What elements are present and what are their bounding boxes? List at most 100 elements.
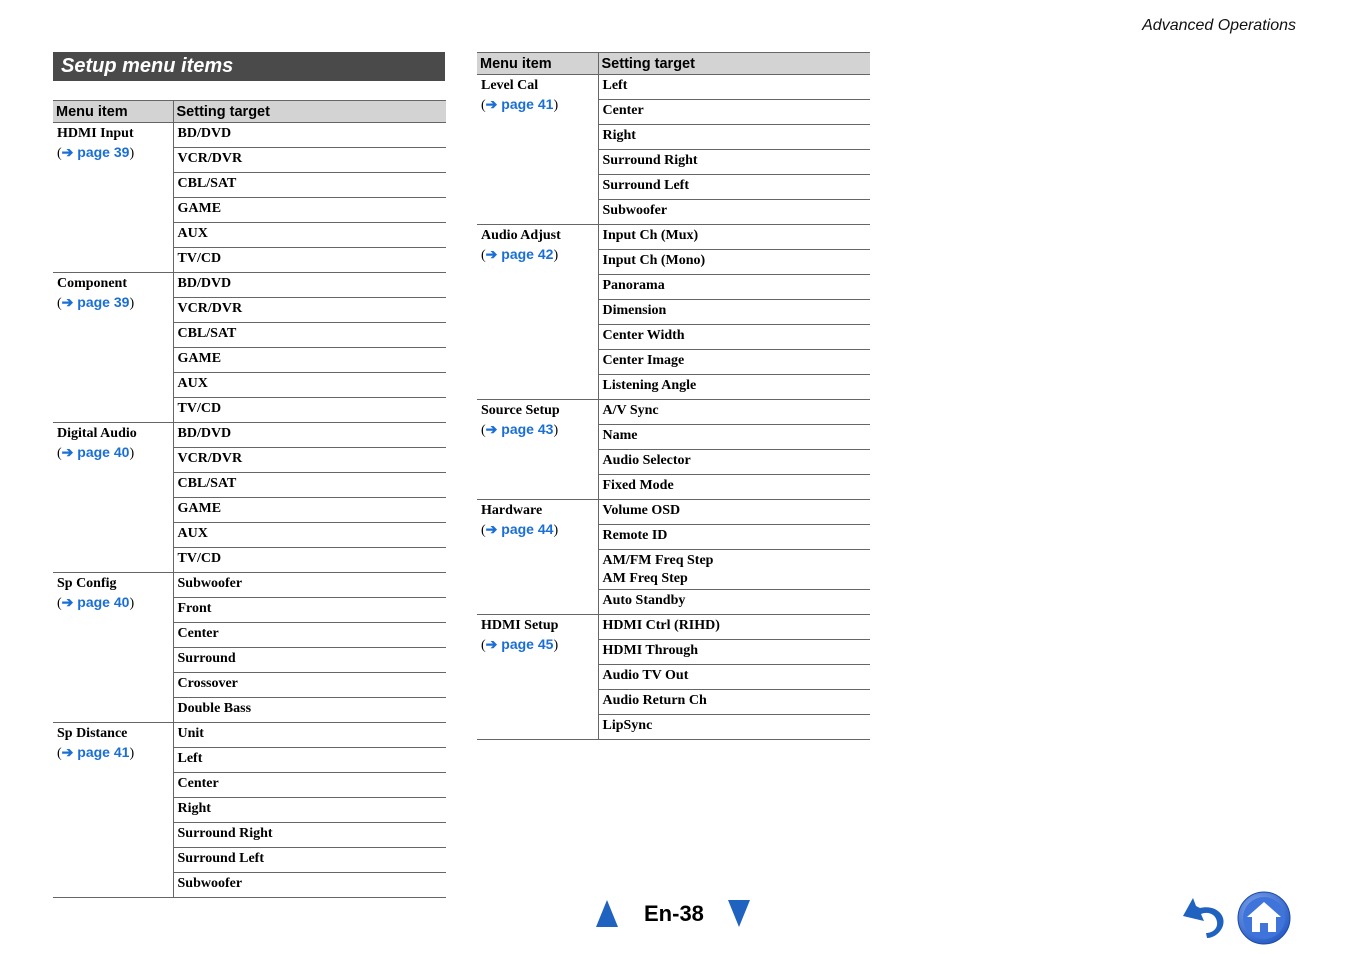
page-link[interactable]: ➔ page 45 — [486, 636, 554, 652]
setting-target-cell: Surround Right — [173, 822, 446, 848]
setting-target-cell: Center Image — [598, 349, 870, 375]
setup-menu-table-left: Menu item Setting target HDMI Input (➔ pa… — [53, 100, 446, 898]
column-header-setting-target: Setting target — [173, 100, 446, 123]
paren-close: ) — [553, 98, 559, 113]
page-reference: (➔ page 39) — [57, 144, 135, 161]
paren-close: ) — [553, 248, 559, 263]
setting-target-cell: Input Ch (Mux) — [598, 224, 870, 250]
page-link[interactable]: ➔ page 40 — [62, 594, 130, 610]
setting-target-cell: Right — [173, 797, 446, 823]
menu-item-name: Sp Distance — [57, 726, 128, 741]
arrow-right-icon: ➔ — [485, 246, 498, 262]
menu-item-cell: HDMI Setup (➔ page 45) — [477, 614, 599, 740]
page-link-label: page 45 — [501, 636, 554, 652]
setting-target-cell: AUX — [173, 222, 446, 248]
previous-page-icon[interactable] — [596, 900, 618, 927]
menu-item-name: Hardware — [481, 503, 543, 518]
arrow-right-icon: ➔ — [61, 444, 74, 460]
menu-item-name: Source Setup — [481, 403, 560, 418]
setting-target-cell: BD/DVD — [173, 422, 446, 448]
menu-item-name: HDMI Input — [57, 126, 134, 141]
menu-item-name: Component — [57, 276, 128, 291]
arrow-right-icon: ➔ — [485, 521, 498, 537]
setting-target-cell: TV/CD — [173, 247, 446, 273]
page-link[interactable]: ➔ page 40 — [62, 444, 130, 460]
setting-target-cell: Subwoofer — [173, 872, 446, 898]
setting-target-cell: Left — [173, 747, 446, 773]
page-link-label: page 39 — [77, 144, 130, 160]
page-link[interactable]: ➔ page 43 — [486, 421, 554, 437]
menu-item-cell: Component (➔ page 39) — [53, 272, 174, 423]
table-row: Source Setup (➔ page 43) A/V Sync — [477, 399, 870, 500]
setting-target-cell: Crossover — [173, 672, 446, 698]
arrow-right-icon: ➔ — [61, 594, 74, 610]
page-link[interactable]: ➔ page 41 — [486, 96, 554, 112]
setting-target-cell: Listening Angle — [598, 374, 870, 400]
setting-target-cell: Dimension — [598, 299, 870, 325]
setting-target-cell: CBL/SAT — [173, 322, 446, 348]
page-link[interactable]: ➔ page 42 — [486, 246, 554, 262]
column-header-menu-item: Menu item — [53, 100, 174, 123]
page-link[interactable]: ➔ page 39 — [62, 144, 130, 160]
setting-target-cell: Center — [173, 772, 446, 798]
home-icon[interactable] — [1236, 890, 1292, 946]
next-page-icon[interactable] — [727, 900, 750, 927]
setting-target-cell: Surround Left — [173, 847, 446, 873]
menu-item-cell: Sp Config (➔ page 40) — [53, 572, 174, 723]
setting-target-cell: Front — [173, 597, 446, 623]
setting-target-cell: Audio TV Out — [598, 664, 870, 690]
paren-close: ) — [553, 523, 559, 538]
page-link-label: page 40 — [77, 444, 130, 460]
table-row: Sp Config (➔ page 40) Subwoofer — [53, 572, 446, 723]
setting-target-cell: Subwoofer — [598, 199, 870, 225]
table-row: Level Cal (➔ page 41) Left — [477, 74, 870, 225]
setting-target-cell: BD/DVD — [173, 122, 446, 148]
table-row: Component (➔ page 39) BD/DVD — [53, 272, 446, 423]
page-link-label: page 40 — [77, 594, 130, 610]
setting-target-cell: VCR/DVR — [173, 297, 446, 323]
setting-target-cell: VCR/DVR — [173, 447, 446, 473]
paren-close: ) — [553, 423, 559, 438]
setting-target-cell: Surround — [173, 647, 446, 673]
setting-target-cell: Subwoofer — [173, 572, 446, 598]
column-header-setting-target: Setting target — [598, 52, 870, 75]
page-reference: (➔ page 41) — [57, 744, 135, 761]
menu-item-cell: HDMI Input (➔ page 39) — [53, 122, 174, 273]
setup-menu-table-right: Menu item Setting target Level Cal (➔ pag… — [477, 52, 870, 740]
setting-target-cell: Right — [598, 124, 870, 150]
setting-target-cell: LipSync — [598, 714, 870, 740]
arrow-right-icon: ➔ — [485, 636, 498, 652]
setting-target-cell: Name — [598, 424, 870, 450]
setting-target-cell: A/V Sync — [598, 399, 870, 425]
menu-item-name: Digital Audio — [57, 426, 137, 441]
page-link[interactable]: ➔ page 39 — [62, 294, 130, 310]
menu-item-name: Audio Adjust — [481, 228, 561, 243]
page-navigation: En-38 — [596, 900, 750, 927]
page-link[interactable]: ➔ page 41 — [62, 744, 130, 760]
setting-target-cell: HDMI Through — [598, 639, 870, 665]
setting-target-cell: Fixed Mode — [598, 474, 870, 500]
paren-close: ) — [129, 146, 135, 161]
page-reference: (➔ page 39) — [57, 294, 134, 311]
table-header-row: Menu item Setting target — [53, 100, 446, 123]
setting-target-cell: CBL/SAT — [173, 172, 446, 198]
setting-target-cell: CBL/SAT — [173, 472, 446, 498]
page-link-label: page 43 — [501, 421, 554, 437]
paren-close: ) — [129, 746, 135, 761]
menu-item-name: Sp Config — [57, 576, 117, 591]
arrow-right-icon: ➔ — [485, 96, 498, 112]
page-link-label: page 42 — [501, 246, 554, 262]
page-link-label: page 39 — [77, 294, 130, 310]
menu-item-cell: Digital Audio (➔ page 40) — [53, 422, 174, 573]
setting-target-cell: VCR/DVR — [173, 147, 446, 173]
table-header-row: Menu item Setting target — [477, 52, 870, 75]
menu-item-cell: Source Setup (➔ page 43) — [477, 399, 599, 500]
back-arrow-icon[interactable] — [1180, 894, 1230, 942]
page-link[interactable]: ➔ page 44 — [486, 521, 554, 537]
setting-target-cell: Double Bass — [173, 697, 446, 723]
menu-item-cell: Level Cal (➔ page 41) — [477, 74, 599, 225]
page-reference: (➔ page 40) — [57, 444, 134, 461]
setting-target-cell: GAME — [173, 197, 446, 223]
page-reference: (➔ page 43) — [481, 421, 559, 438]
table-row: Sp Distance (➔ page 41) Unit — [53, 722, 446, 898]
